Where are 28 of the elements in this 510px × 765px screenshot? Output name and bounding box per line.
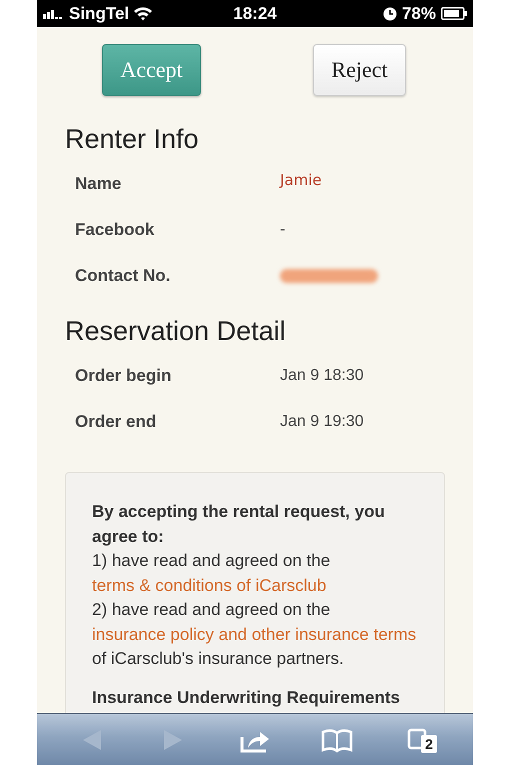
field-label: Order begin (75, 366, 172, 386)
signal-icon (43, 8, 65, 18)
terms-link[interactable]: insurance policy and other insurance terms (92, 624, 416, 644)
book-icon[interactable] (320, 726, 353, 752)
field-label: Contact No. (75, 266, 172, 286)
battery-percentage: 78% (402, 4, 436, 24)
reject-button[interactable]: Reject (313, 44, 406, 96)
accept-button[interactable]: Accept (102, 44, 201, 96)
field-value: Jamie (280, 171, 322, 189)
field-label: Order end (75, 412, 158, 432)
terms-paragraph: 1) have read and agreed on the terms & conditions of iCarsclub (92, 550, 332, 596)
carrier-name: SingTel (69, 4, 130, 24)
tab-count: 2 (421, 734, 437, 752)
field-label: Name (75, 174, 122, 194)
wifi-icon (133, 6, 154, 21)
section-subheading: Insurance Underwriting Requirements (92, 686, 401, 709)
clock-time: 18:24 (232, 4, 278, 24)
section-title: Renter Info (64, 124, 200, 155)
section-title: Reservation Detail (64, 316, 287, 347)
alarm-clock-icon (382, 6, 397, 20)
battery-icon (441, 7, 467, 20)
terms-paragraph: 2) have read and agreed on the insurance policy and other insurance terms of iCarsclub's insurance partners. (92, 599, 418, 670)
terms-link[interactable]: terms & conditions of iCarsclub (92, 576, 326, 594)
field-label: Facebook (75, 220, 156, 240)
field-value: Jan 9 18:30 (280, 366, 364, 384)
field-value: Jan 9 19:30 (280, 412, 364, 430)
field-value: - (280, 220, 286, 238)
terms-heading: By accepting the rental request, you agree to: (92, 501, 386, 548)
